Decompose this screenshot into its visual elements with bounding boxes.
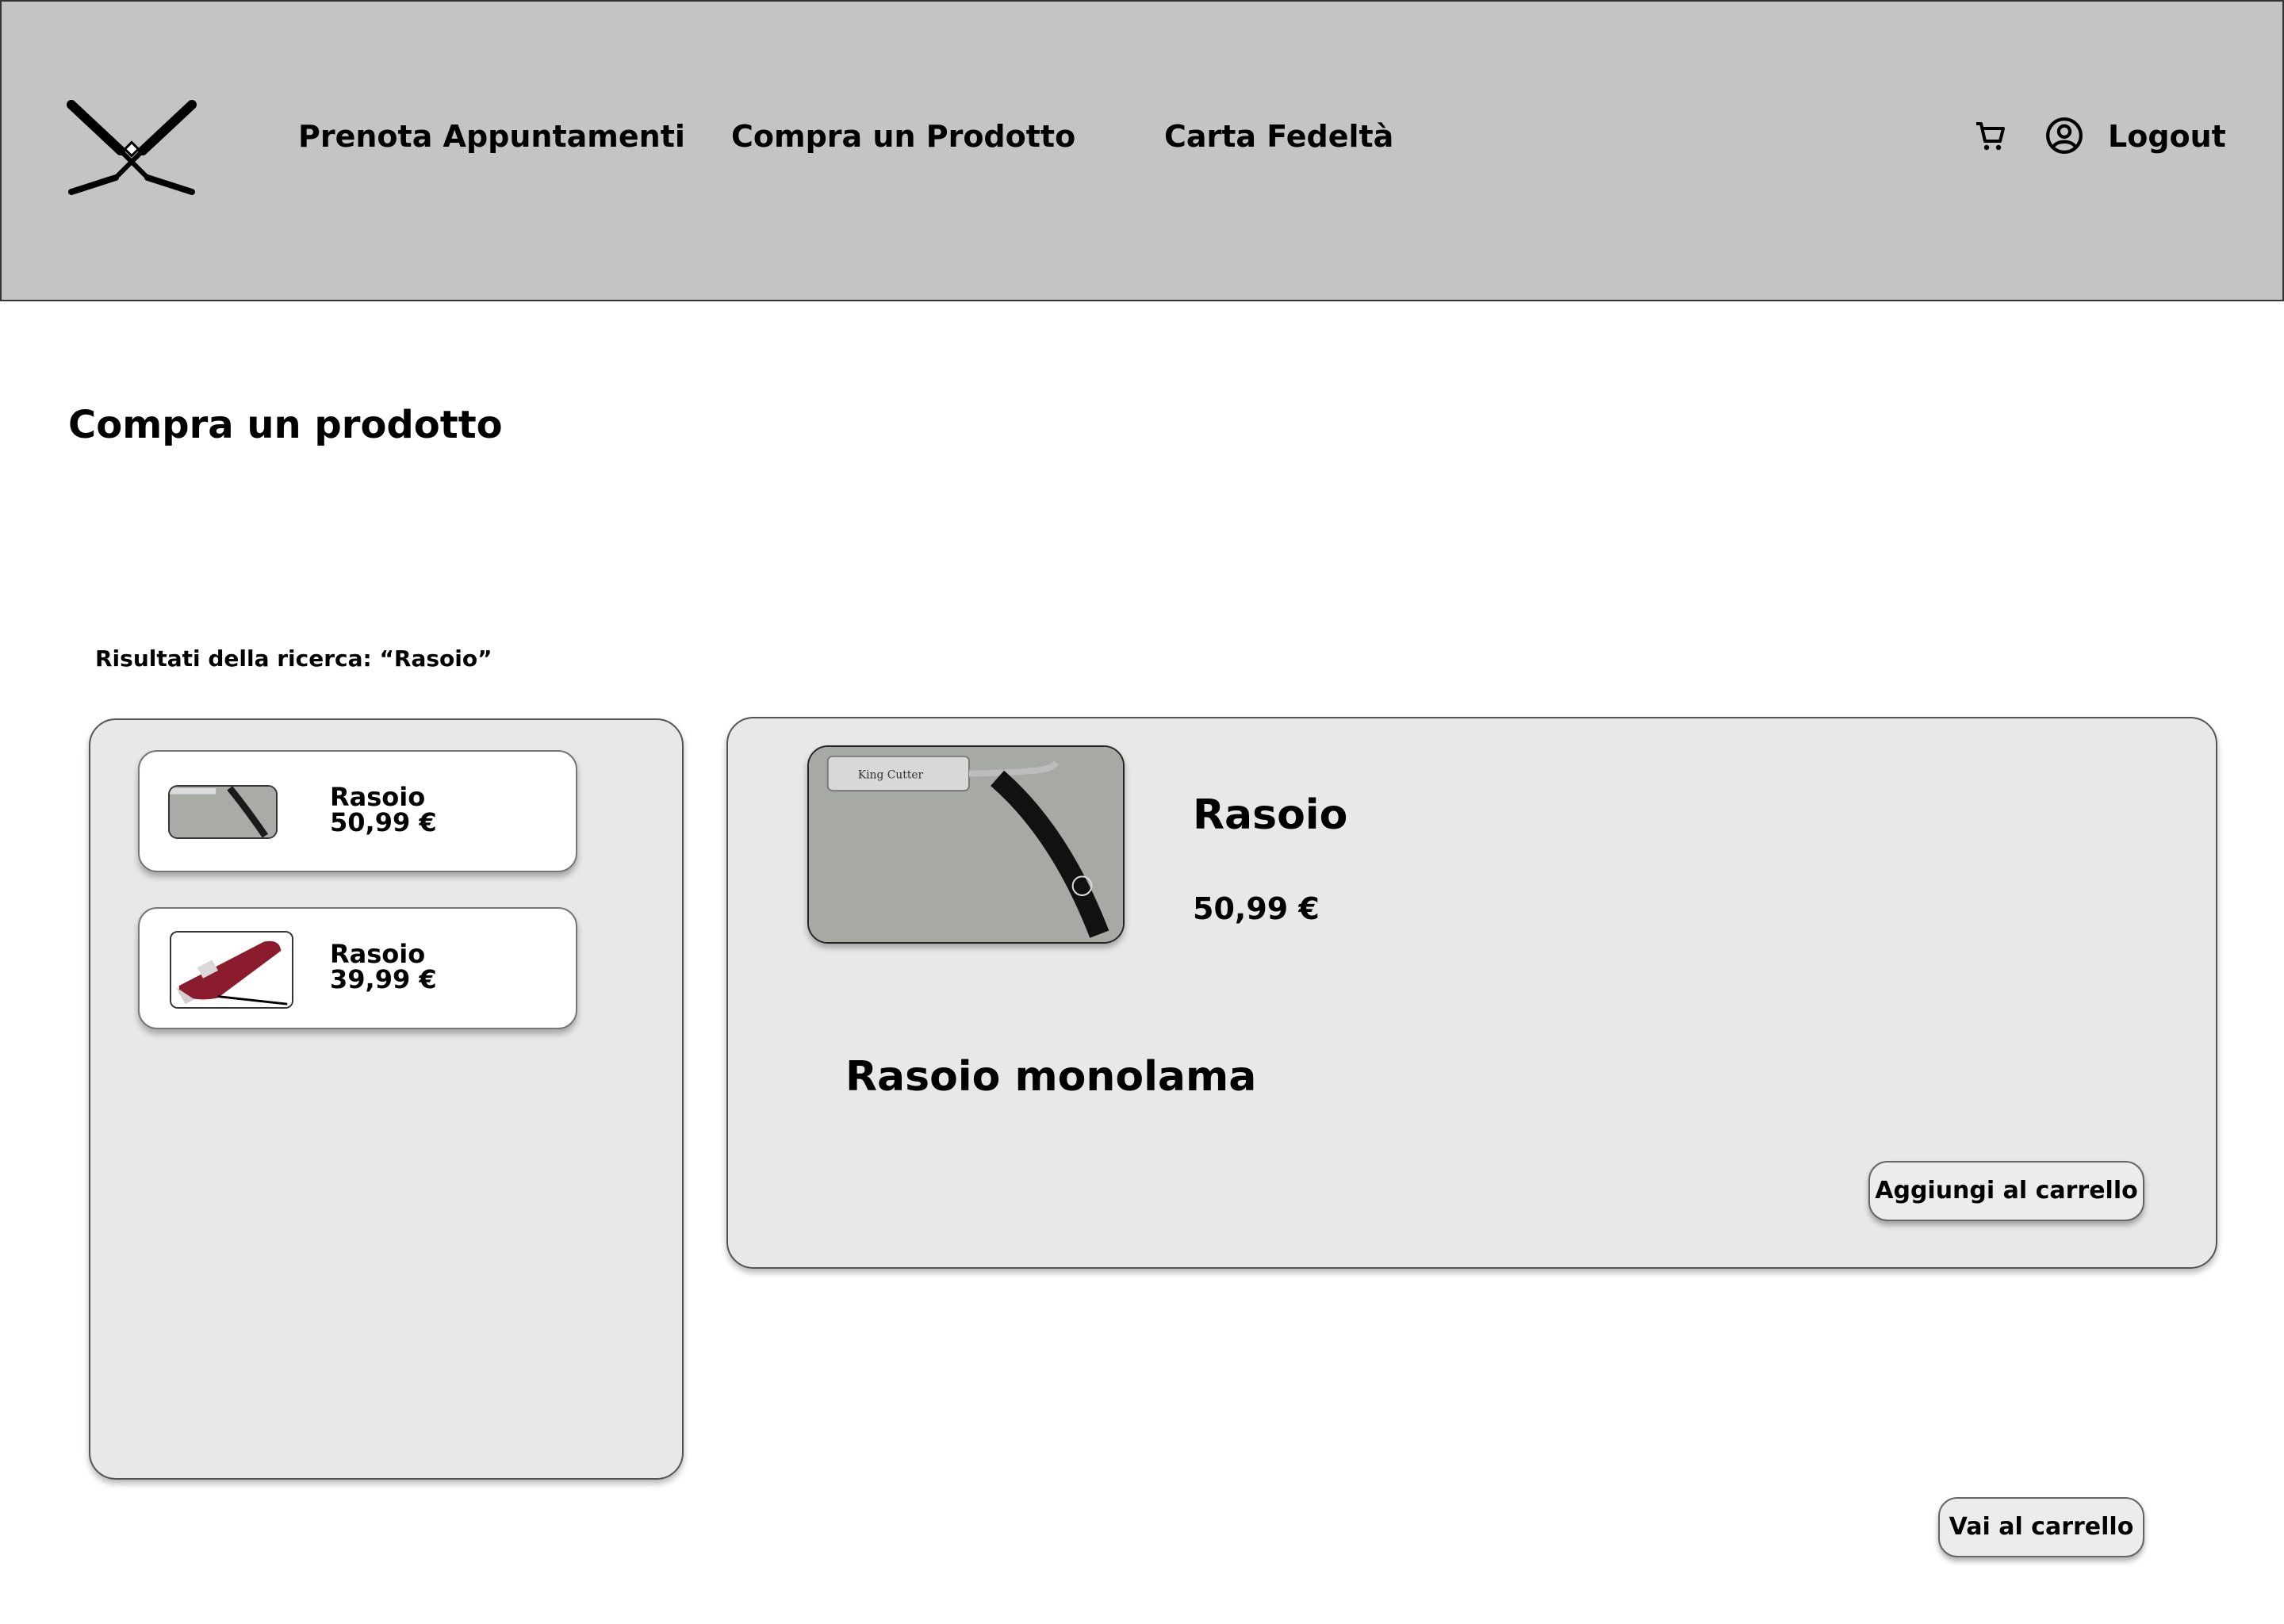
result-item-straight-razor[interactable]: Rasoio 50,99 € — [138, 750, 577, 872]
nav-compra-prodotto[interactable]: Compra un Prodotto — [731, 119, 1075, 154]
user-circle-icon[interactable] — [2044, 116, 2084, 155]
product-image: King Cutter — [807, 745, 1125, 944]
search-results-label: Risultati della ricerca: “Rasoio” — [95, 645, 492, 672]
top-navbar: Prenota Appuntamenti Compra un Prodotto … — [0, 0, 2284, 301]
result-name: Rasoio — [330, 939, 426, 969]
search-results-list: Rasoio 50,99 € Rasoio 39,99 € — [89, 718, 684, 1480]
straight-razor-thumbnail — [168, 785, 278, 839]
hair-clipper-thumbnail — [170, 931, 293, 1009]
logout-link[interactable]: Logout — [2108, 119, 2226, 154]
svg-text:King Cutter: King Cutter — [858, 768, 924, 781]
cart-icon[interactable] — [1972, 117, 2010, 155]
page-title: Compra un prodotto — [68, 403, 503, 447]
nav-carta-fedelta[interactable]: Carta Fedeltà — [1164, 119, 1393, 154]
add-to-cart-button[interactable]: Aggiungi al carrello — [1868, 1161, 2144, 1221]
result-price: 50,99 € — [330, 807, 437, 837]
crossed-razors-icon[interactable] — [65, 98, 198, 197]
result-item-hair-clipper[interactable]: Rasoio 39,99 € — [138, 907, 577, 1029]
product-name: Rasoio — [1193, 791, 1348, 839]
result-price: 39,99 € — [330, 964, 437, 994]
result-name: Rasoio — [330, 782, 426, 812]
nav-prenota-appuntamenti[interactable]: Prenota Appuntamenti — [298, 119, 685, 154]
product-price: 50,99 € — [1193, 891, 1320, 926]
go-to-cart-button[interactable]: Vai al carrello — [1938, 1497, 2144, 1557]
product-description: Rasoio monolama — [845, 1053, 1257, 1101]
product-detail-panel: King Cutter Rasoio 50,99 € Rasoio monola… — [726, 717, 2217, 1269]
